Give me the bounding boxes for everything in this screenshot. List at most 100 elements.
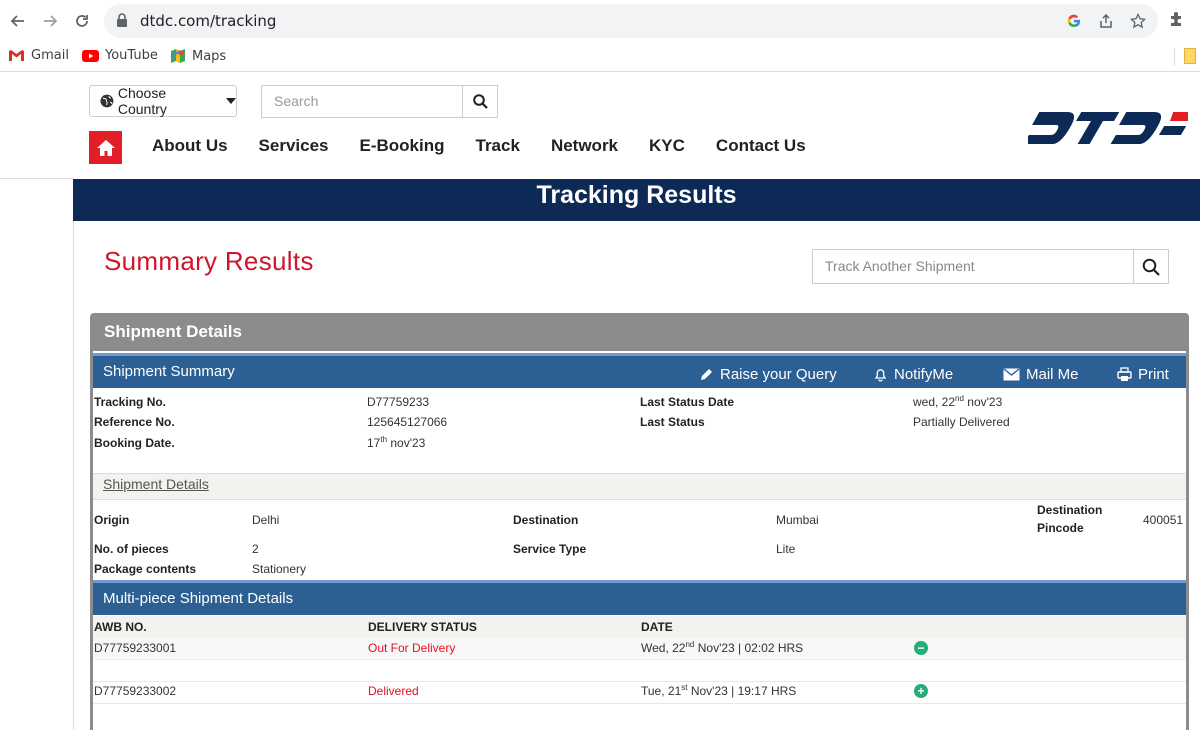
nav-contact-us[interactable]: Contact Us	[716, 136, 806, 156]
bookmark-label: Gmail	[31, 48, 69, 63]
raise-query-button[interactable]: Raise your Query	[699, 366, 837, 383]
row-divider	[93, 659, 1186, 660]
mail-me-button[interactable]: Mail Me	[1003, 366, 1079, 383]
destination-label: Destination	[513, 513, 579, 527]
bookmark-youtube[interactable]: YouTube	[82, 48, 158, 63]
pencil-icon	[701, 369, 712, 380]
tracking-no-value: D77759233	[367, 395, 430, 409]
home-icon	[96, 139, 115, 156]
notify-me-button[interactable]: NotifyMe	[873, 366, 953, 383]
track-another-search: Track Another Shipment	[812, 249, 1169, 284]
shipment-summary-title: Shipment Summary	[103, 363, 235, 380]
dtdc-logo[interactable]	[1023, 110, 1198, 153]
youtube-icon	[82, 49, 99, 62]
last-status-day-suffix: nd	[955, 394, 964, 403]
minus-circle-icon[interactable]: −	[914, 641, 928, 655]
plus-circle-icon[interactable]: +	[914, 684, 928, 698]
shipment-summary-bar: Shipment Summary Raise your Query Notify…	[93, 353, 1186, 388]
bookmark-maps[interactable]: Maps	[170, 48, 226, 64]
gmail-icon	[9, 50, 24, 61]
home-button[interactable]	[89, 131, 122, 164]
main-nav: About Us Services E-Booking Track Networ…	[152, 136, 837, 156]
nav-network[interactable]: Network	[551, 136, 618, 156]
booking-date-value: 17th nov'23	[367, 436, 426, 451]
extensions-icon[interactable]	[1168, 10, 1186, 33]
print-button[interactable]: Print	[1117, 366, 1169, 383]
url-text: dtdc.com/tracking	[140, 12, 277, 30]
nav-kyc[interactable]: KYC	[649, 136, 685, 156]
date-cell: Tue, 21st Nov'23 | 19:17 HRS	[641, 684, 797, 699]
reference-no-value: 125645127066	[367, 415, 448, 429]
forward-arrow-icon[interactable]	[38, 9, 62, 33]
mail-icon	[1003, 368, 1020, 381]
shipment-details-subheader: Shipment Details	[93, 473, 1186, 500]
folder-icon[interactable]	[1184, 48, 1196, 64]
choose-country-dropdown[interactable]: Choose Country	[89, 85, 237, 117]
destination-pincode-label-line1: Destination	[1037, 503, 1103, 517]
pieces-value: 2	[252, 542, 259, 556]
nav-about-us[interactable]: About Us	[152, 136, 228, 156]
print-icon	[1117, 367, 1132, 381]
share-icon[interactable]	[1096, 11, 1116, 31]
search-icon	[472, 94, 488, 109]
globe-icon	[100, 94, 114, 108]
service-type-value: Lite	[776, 542, 796, 556]
origin-label: Origin	[94, 513, 130, 527]
shipment-details-panel-header: Shipment Details	[90, 313, 1189, 351]
site-search: Search	[261, 85, 498, 118]
tracking-results-banner: Tracking Results	[73, 179, 1200, 221]
multipiece-title: Multi-piece Shipment Details	[103, 590, 294, 607]
last-status-date-label: Last Status Date	[640, 395, 735, 409]
delivery-status-column-header: DELIVERY STATUS	[368, 620, 477, 634]
choose-country-label: Choose Country	[117, 85, 167, 117]
bookmark-gmail[interactable]: Gmail	[8, 48, 69, 63]
awb-cell: D77759233002	[94, 684, 177, 698]
date-column-header: DATE	[641, 620, 673, 634]
dtdc-logo-mark	[1023, 112, 1198, 144]
package-contents-label: Package contents	[94, 562, 197, 576]
awb-cell: D77759233001	[94, 641, 177, 655]
nav-services[interactable]: Services	[259, 136, 329, 156]
multipiece-table-header: AWB NO. DELIVERY STATUS DATE	[93, 616, 1186, 638]
booking-date-label: Booking Date.	[94, 436, 175, 450]
last-status-month-year: nov'23	[963, 395, 1003, 409]
raise-query-label: Raise your Query	[720, 366, 837, 383]
booking-month-year: nov'23	[387, 436, 426, 450]
star-icon[interactable]	[1128, 11, 1148, 31]
search-input[interactable]: Search	[262, 86, 463, 117]
tracking-no-label: Tracking No.	[94, 395, 167, 409]
package-contents-value: Stationery	[252, 562, 307, 576]
nav-track[interactable]: Track	[476, 136, 520, 156]
maps-icon	[170, 49, 185, 63]
destination-pincode-label-line2: Pincode	[1037, 521, 1084, 535]
bookmark-separator	[1174, 48, 1175, 66]
date-day: Tue, 21	[641, 684, 682, 698]
booking-day: 17	[367, 436, 381, 450]
bookmarks-bar: Gmail YouTube Maps	[0, 42, 1200, 72]
lock-icon	[116, 13, 128, 32]
back-arrow-icon[interactable]	[6, 9, 30, 33]
mail-me-label: Mail Me	[1026, 366, 1079, 383]
last-status-date-value: wed, 22nd nov'23	[913, 394, 1003, 410]
caret-down-icon	[226, 98, 236, 104]
multipiece-bar: Multi-piece Shipment Details	[93, 580, 1186, 615]
service-type-label: Service Type	[513, 542, 587, 556]
browser-toolbar: dtdc.com/tracking	[0, 0, 1200, 42]
nav-e-booking[interactable]: E-Booking	[360, 136, 445, 156]
search-icon	[1142, 258, 1160, 276]
table-row[interactable]	[93, 638, 1186, 658]
reload-icon[interactable]	[70, 9, 94, 33]
address-bar[interactable]: dtdc.com/tracking	[104, 4, 1158, 38]
date-month-time: Nov'23 | 19:17 HRS	[687, 684, 797, 698]
shipment-details-link[interactable]: Shipment Details	[103, 476, 209, 492]
bookmark-label: Maps	[192, 48, 227, 64]
search-button[interactable]	[463, 86, 497, 117]
row-divider	[93, 703, 1186, 704]
google-icon[interactable]	[1064, 11, 1084, 31]
track-another-input[interactable]: Track Another Shipment	[813, 250, 1134, 283]
delivery-status-cell: Delivered	[368, 684, 419, 698]
awb-column-header: AWB NO.	[94, 620, 147, 634]
last-status-day: wed, 22	[913, 395, 956, 409]
track-another-search-button[interactable]	[1134, 250, 1168, 283]
reference-no-label: Reference No.	[94, 415, 175, 429]
